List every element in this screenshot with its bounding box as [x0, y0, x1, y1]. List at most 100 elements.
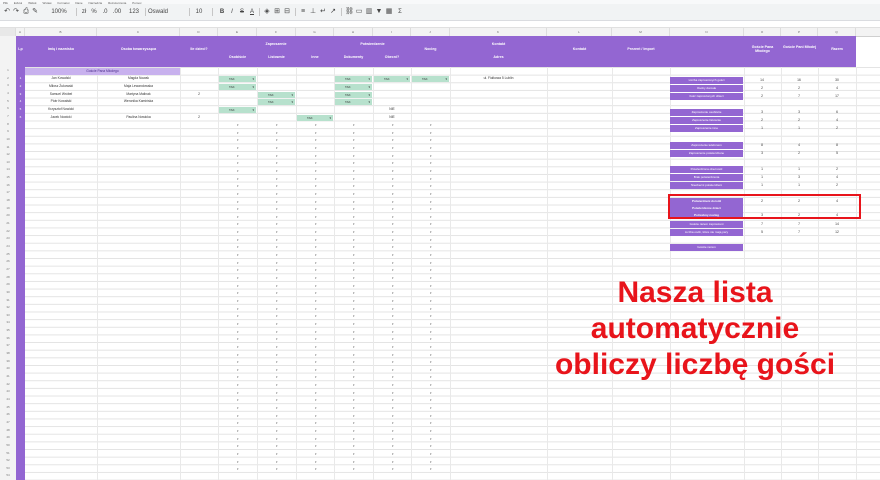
dropdown-arrow-icon[interactable]: ▾	[353, 160, 355, 167]
dropdown-arrow-icon[interactable]: ▾	[430, 137, 432, 144]
dropdown-arrow-icon[interactable]: ▾	[392, 160, 394, 167]
dropdown-arrow-icon[interactable]: ▾	[276, 260, 278, 267]
dropdown-arrow-icon[interactable]: ▾	[392, 206, 394, 213]
row-header[interactable]: 33	[0, 312, 16, 320]
chart-icon[interactable]: ▥	[365, 8, 373, 16]
dropdown-arrow-icon[interactable]: ▾	[276, 405, 278, 412]
column-header[interactable]: I	[373, 28, 411, 36]
dropdown-arrow-icon[interactable]: ▾	[237, 443, 239, 450]
dropdown-arrow-icon[interactable]: ▾	[276, 443, 278, 450]
dropdown-arrow-icon[interactable]: ▾	[315, 168, 317, 175]
dropdown-arrow-icon[interactable]: ▾	[430, 229, 432, 236]
dropdown-arrow-icon[interactable]: ▾	[276, 306, 278, 313]
dropdown-arrow-icon[interactable]: ▾	[430, 214, 432, 221]
row-header[interactable]: 14	[0, 166, 16, 174]
dropdown-arrow-icon[interactable]: ▾	[353, 221, 355, 228]
row-header[interactable]: 10	[0, 136, 16, 144]
dropdown-arrow-icon[interactable]: ▾	[237, 367, 239, 374]
dropdown-arrow-icon[interactable]: ▾	[315, 183, 317, 190]
dropdown-arrow-icon[interactable]: ▾	[276, 153, 278, 160]
column-header[interactable]: H	[334, 28, 373, 36]
row-header[interactable]: 19	[0, 205, 16, 213]
guest-kids[interactable]	[180, 98, 218, 105]
status-chip[interactable]: TAK ▾	[335, 84, 372, 90]
dropdown-arrow-icon[interactable]: ▾	[276, 382, 278, 389]
dropdown-arrow-icon[interactable]: ▾	[430, 459, 432, 466]
dropdown-arrow-icon[interactable]: ▾	[315, 405, 317, 412]
dropdown-arrow-icon[interactable]: ▾	[430, 374, 432, 381]
dropdown-arrow-icon[interactable]: ▾	[237, 206, 239, 213]
row-header[interactable]: 15	[0, 174, 16, 182]
dropdown-arrow-icon[interactable]: ▾	[315, 329, 317, 336]
currency-button[interactable]: zł	[80, 7, 88, 17]
row-header[interactable]: 52	[0, 457, 16, 465]
rotate-icon[interactable]: ↗	[329, 8, 337, 16]
dropdown-arrow-icon[interactable]: ▾	[392, 122, 394, 129]
dropdown-arrow-icon[interactable]: ▾	[353, 382, 355, 389]
dropdown-arrow-icon[interactable]: ▾	[315, 145, 317, 152]
status-chip[interactable]: TAK ▾	[412, 76, 449, 82]
dropdown-arrow-icon[interactable]: ▾	[237, 466, 239, 473]
dropdown-arrow-icon[interactable]: ▾	[237, 252, 239, 259]
strikethrough-button[interactable]: S	[238, 7, 246, 17]
dropdown-arrow-icon[interactable]: ▾	[237, 221, 239, 228]
dropdown-arrow-icon[interactable]: ▾	[392, 183, 394, 190]
dropdown-arrow-icon[interactable]: ▾	[276, 390, 278, 397]
dropdown-arrow-icon[interactable]: ▾	[353, 413, 355, 420]
dropdown-arrow-icon[interactable]: ▾	[315, 206, 317, 213]
undo-icon[interactable]: ↶	[3, 8, 11, 16]
guest-companion[interactable]	[97, 106, 180, 113]
dropdown-arrow-icon[interactable]: ▾	[353, 214, 355, 221]
dropdown-arrow-icon[interactable]: ▾	[237, 298, 239, 305]
dropdown-arrow-icon[interactable]: ▾	[430, 283, 432, 290]
dropdown-arrow-icon[interactable]: ▾	[430, 420, 432, 427]
vertical-align-icon[interactable]: ⊥	[309, 8, 317, 16]
dropdown-arrow-icon[interactable]: ▾	[430, 168, 432, 175]
dropdown-arrow-icon[interactable]: ▾	[430, 122, 432, 129]
row-header[interactable]: 53	[0, 465, 16, 473]
dropdown-arrow-icon[interactable]: ▾	[237, 451, 239, 458]
dropdown-arrow-icon[interactable]: ▾	[353, 290, 355, 297]
column-header[interactable]: B	[25, 28, 97, 36]
dropdown-arrow-icon[interactable]: ▾	[315, 244, 317, 251]
guest-name[interactable]: Jan Kowalski	[25, 75, 97, 82]
dropdown-arrow-icon[interactable]: ▾	[353, 206, 355, 213]
dropdown-arrow-icon[interactable]: ▾	[276, 176, 278, 183]
italic-button[interactable]: I	[228, 7, 236, 17]
dropdown-arrow-icon[interactable]: ▾	[430, 428, 432, 435]
dropdown-arrow-icon[interactable]: ▾	[430, 206, 432, 213]
dropdown-arrow-icon[interactable]: ▾	[392, 313, 394, 320]
dropdown-arrow-icon[interactable]: ▾	[430, 244, 432, 251]
print-icon[interactable]: ⎙	[22, 8, 30, 16]
dropdown-arrow-icon[interactable]: ▾	[392, 130, 394, 137]
dropdown-arrow-icon[interactable]: ▾	[237, 168, 239, 175]
row-header[interactable]: 51	[0, 450, 16, 458]
dropdown-arrow-icon[interactable]: ▾	[315, 382, 317, 389]
dropdown-arrow-icon[interactable]: ▾	[430, 130, 432, 137]
decrease-decimals-button[interactable]: .0	[100, 7, 110, 17]
status-chip[interactable]: TAK ▾	[297, 115, 333, 121]
dropdown-arrow-icon[interactable]: ▾	[353, 298, 355, 305]
guest-name[interactable]: Piotr Kowalski	[25, 98, 97, 105]
dropdown-arrow-icon[interactable]: ▾	[392, 283, 394, 290]
guest-name[interactable]: Jacek Nowicki	[25, 114, 97, 121]
dropdown-arrow-icon[interactable]: ▾	[353, 191, 355, 198]
dropdown-arrow-icon[interactable]: ▾	[392, 229, 394, 236]
dropdown-arrow-icon[interactable]: ▾	[430, 329, 432, 336]
redo-icon[interactable]: ↷	[12, 8, 20, 16]
dropdown-arrow-icon[interactable]: ▾	[353, 336, 355, 343]
dropdown-arrow-icon[interactable]: ▾	[353, 137, 355, 144]
dropdown-arrow-icon[interactable]: ▾	[392, 459, 394, 466]
filter-views-icon[interactable]: ▦	[385, 8, 393, 16]
dropdown-arrow-icon[interactable]: ▾	[276, 244, 278, 251]
dropdown-arrow-icon[interactable]: ▾	[392, 137, 394, 144]
dropdown-arrow-icon[interactable]: ▾	[392, 145, 394, 152]
dropdown-arrow-icon[interactable]: ▾	[237, 214, 239, 221]
dropdown-arrow-icon[interactable]: ▾	[237, 290, 239, 297]
status-chip[interactable]: TAK ▾	[219, 76, 256, 82]
dropdown-arrow-icon[interactable]: ▾	[392, 244, 394, 251]
dropdown-arrow-icon[interactable]: ▾	[353, 168, 355, 175]
dropdown-arrow-icon[interactable]: ▾	[237, 229, 239, 236]
dropdown-arrow-icon[interactable]: ▾	[237, 306, 239, 313]
dropdown-arrow-icon[interactable]: ▾	[353, 306, 355, 313]
